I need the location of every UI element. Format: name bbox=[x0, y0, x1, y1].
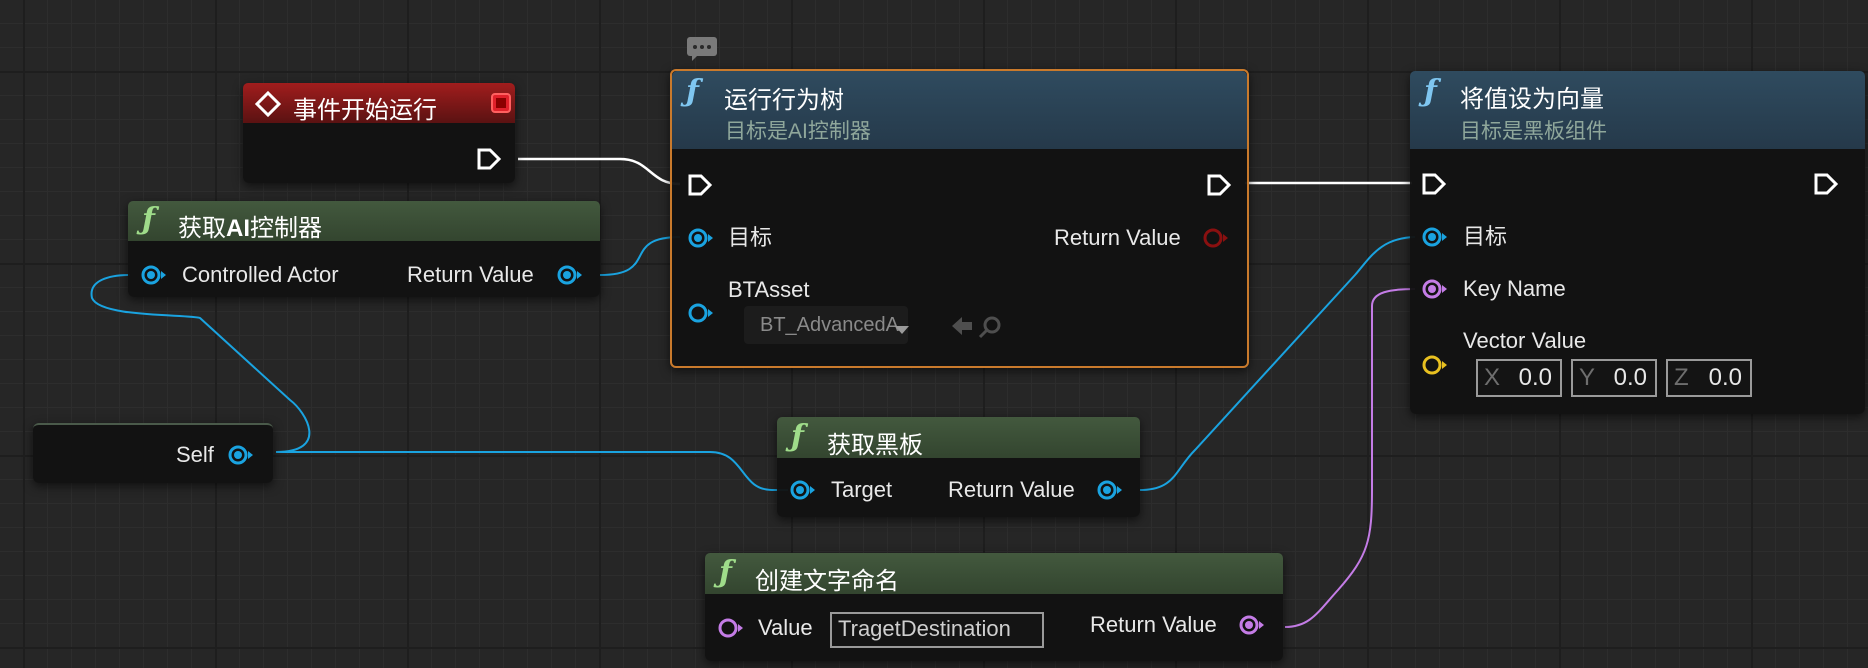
exec-in-pin[interactable] bbox=[1421, 172, 1447, 201]
use-selected-asset-icon[interactable] bbox=[950, 315, 974, 342]
self-node[interactable]: Self bbox=[33, 423, 273, 483]
run-behavior-tree-subtitle: 目标是AI控制器 bbox=[725, 120, 871, 143]
key-name-label: Key Name bbox=[1463, 276, 1566, 301]
vector-value-pin[interactable] bbox=[1421, 354, 1449, 381]
blackboard-return-pin[interactable] bbox=[1096, 479, 1124, 506]
blackboard-target-pin[interactable] bbox=[789, 479, 817, 506]
controlled-actor-pin[interactable] bbox=[140, 264, 168, 291]
event-diamond-icon bbox=[254, 90, 282, 122]
self-label: Self bbox=[176, 442, 214, 467]
z-value: 0.0 bbox=[1708, 364, 1742, 391]
get-blackboard-header[interactable]: ƒ 获取黑板 bbox=[777, 417, 1140, 459]
vector-value-label: Vector Value bbox=[1463, 328, 1587, 353]
function-icon: ƒ bbox=[791, 419, 804, 454]
run-behavior-tree-node[interactable]: ƒ 运行行为树 目标是AI控制器 目标 Return Value BTAsset… bbox=[670, 69, 1249, 368]
return-value-label: Return Value bbox=[1054, 225, 1181, 250]
get-ai-controller-title: 获取AI控制器 bbox=[178, 215, 322, 242]
exec-out-pin[interactable] bbox=[1813, 172, 1839, 201]
ai-controller-return-label: Return Value bbox=[407, 262, 534, 287]
set-value-as-vector-title: 将值设为向量 bbox=[1460, 86, 1604, 113]
wire-aicontroller-to-runbt-target[interactable] bbox=[599, 236, 681, 276]
btasset-pin[interactable] bbox=[687, 302, 715, 329]
exec-out-pin[interactable] bbox=[1206, 173, 1232, 202]
blackboard-target-label: Target bbox=[831, 477, 893, 502]
event-begin-play-header[interactable]: 事件开始运行 bbox=[243, 83, 515, 124]
make-literal-name-header[interactable]: ƒ 创建文字命名 bbox=[705, 553, 1283, 595]
wire-self-to-getblackboard-target[interactable] bbox=[276, 451, 788, 491]
literal-value-label: Value bbox=[758, 615, 813, 640]
event-title: 事件开始运行 bbox=[293, 97, 437, 124]
function-icon: ƒ bbox=[1424, 74, 1437, 109]
y-axis-label: Y bbox=[1579, 364, 1596, 391]
blackboard-return-label: Return Value bbox=[948, 477, 1075, 502]
function-icon: ƒ bbox=[686, 74, 699, 109]
set-value-as-vector-header[interactable]: ƒ 将值设为向量 目标是黑板组件 bbox=[1410, 71, 1865, 149]
target-pin[interactable] bbox=[687, 227, 715, 254]
chevron-down-icon[interactable] bbox=[894, 322, 910, 340]
ai-controller-return-pin[interactable] bbox=[556, 264, 584, 291]
make-literal-name-node[interactable]: ƒ 创建文字命名 Value TragetDestination Return … bbox=[705, 553, 1283, 661]
vector-z-field[interactable]: Z 0.0 bbox=[1666, 359, 1752, 397]
exec-in-pin[interactable] bbox=[687, 173, 713, 202]
btasset-value: BT_AdvancedA bbox=[760, 314, 899, 336]
set-value-as-vector-node[interactable]: ƒ 将值设为向量 目标是黑板组件 目标 Key Name Vector Valu… bbox=[1410, 71, 1865, 414]
get-blackboard-node[interactable]: ƒ 获取黑板 Target Return Value bbox=[777, 417, 1140, 517]
exec-out-pin[interactable] bbox=[476, 147, 502, 176]
literal-return-pin[interactable] bbox=[1238, 614, 1266, 641]
function-icon: ƒ bbox=[719, 555, 732, 590]
return-value-pin[interactable] bbox=[1202, 227, 1230, 254]
wire-literalname-to-keyname[interactable] bbox=[1284, 288, 1416, 628]
get-blackboard-title: 获取黑板 bbox=[827, 432, 923, 459]
target-label: 目标 bbox=[728, 225, 773, 250]
browse-asset-search-icon[interactable] bbox=[978, 315, 1002, 344]
vector-y-field[interactable]: Y 0.0 bbox=[1571, 359, 1657, 397]
literal-value-input[interactable]: TragetDestination bbox=[830, 612, 1044, 648]
self-output-pin[interactable] bbox=[227, 444, 255, 471]
set-value-as-vector-subtitle: 目标是黑板组件 bbox=[1460, 120, 1607, 143]
run-behavior-tree-title: 运行行为树 bbox=[724, 87, 844, 114]
make-literal-name-title: 创建文字命名 bbox=[755, 568, 899, 595]
comment-bubble-icon[interactable] bbox=[686, 36, 718, 62]
btasset-dropdown[interactable]: BT_AdvancedA bbox=[744, 306, 908, 344]
z-axis-label: Z bbox=[1674, 364, 1689, 391]
event-begin-play-node[interactable]: 事件开始运行 bbox=[243, 83, 515, 183]
function-icon: ƒ bbox=[142, 202, 155, 237]
y-value: 0.0 bbox=[1613, 364, 1647, 391]
x-axis-label: X bbox=[1484, 364, 1501, 391]
run-behavior-tree-header[interactable]: ƒ 运行行为树 目标是AI控制器 bbox=[672, 71, 1247, 149]
get-ai-controller-node[interactable]: ƒ 获取AI控制器 Controlled Actor Return Value bbox=[128, 201, 600, 297]
literal-value-pin[interactable] bbox=[717, 617, 745, 644]
get-ai-controller-header[interactable]: ƒ 获取AI控制器 bbox=[128, 201, 600, 242]
literal-return-label: Return Value bbox=[1090, 612, 1217, 637]
btasset-label: BTAsset bbox=[728, 277, 810, 302]
x-value: 0.0 bbox=[1518, 364, 1552, 391]
exec-wire-beginplay-to-runbt[interactable] bbox=[518, 157, 681, 186]
controlled-actor-label: Controlled Actor bbox=[182, 262, 339, 287]
vector-target-label: 目标 bbox=[1463, 224, 1508, 249]
red-square-delegate-icon[interactable] bbox=[490, 92, 512, 119]
vector-target-pin[interactable] bbox=[1421, 226, 1449, 253]
key-name-pin[interactable] bbox=[1421, 278, 1449, 305]
vector-x-field[interactable]: X 0.0 bbox=[1476, 359, 1562, 397]
